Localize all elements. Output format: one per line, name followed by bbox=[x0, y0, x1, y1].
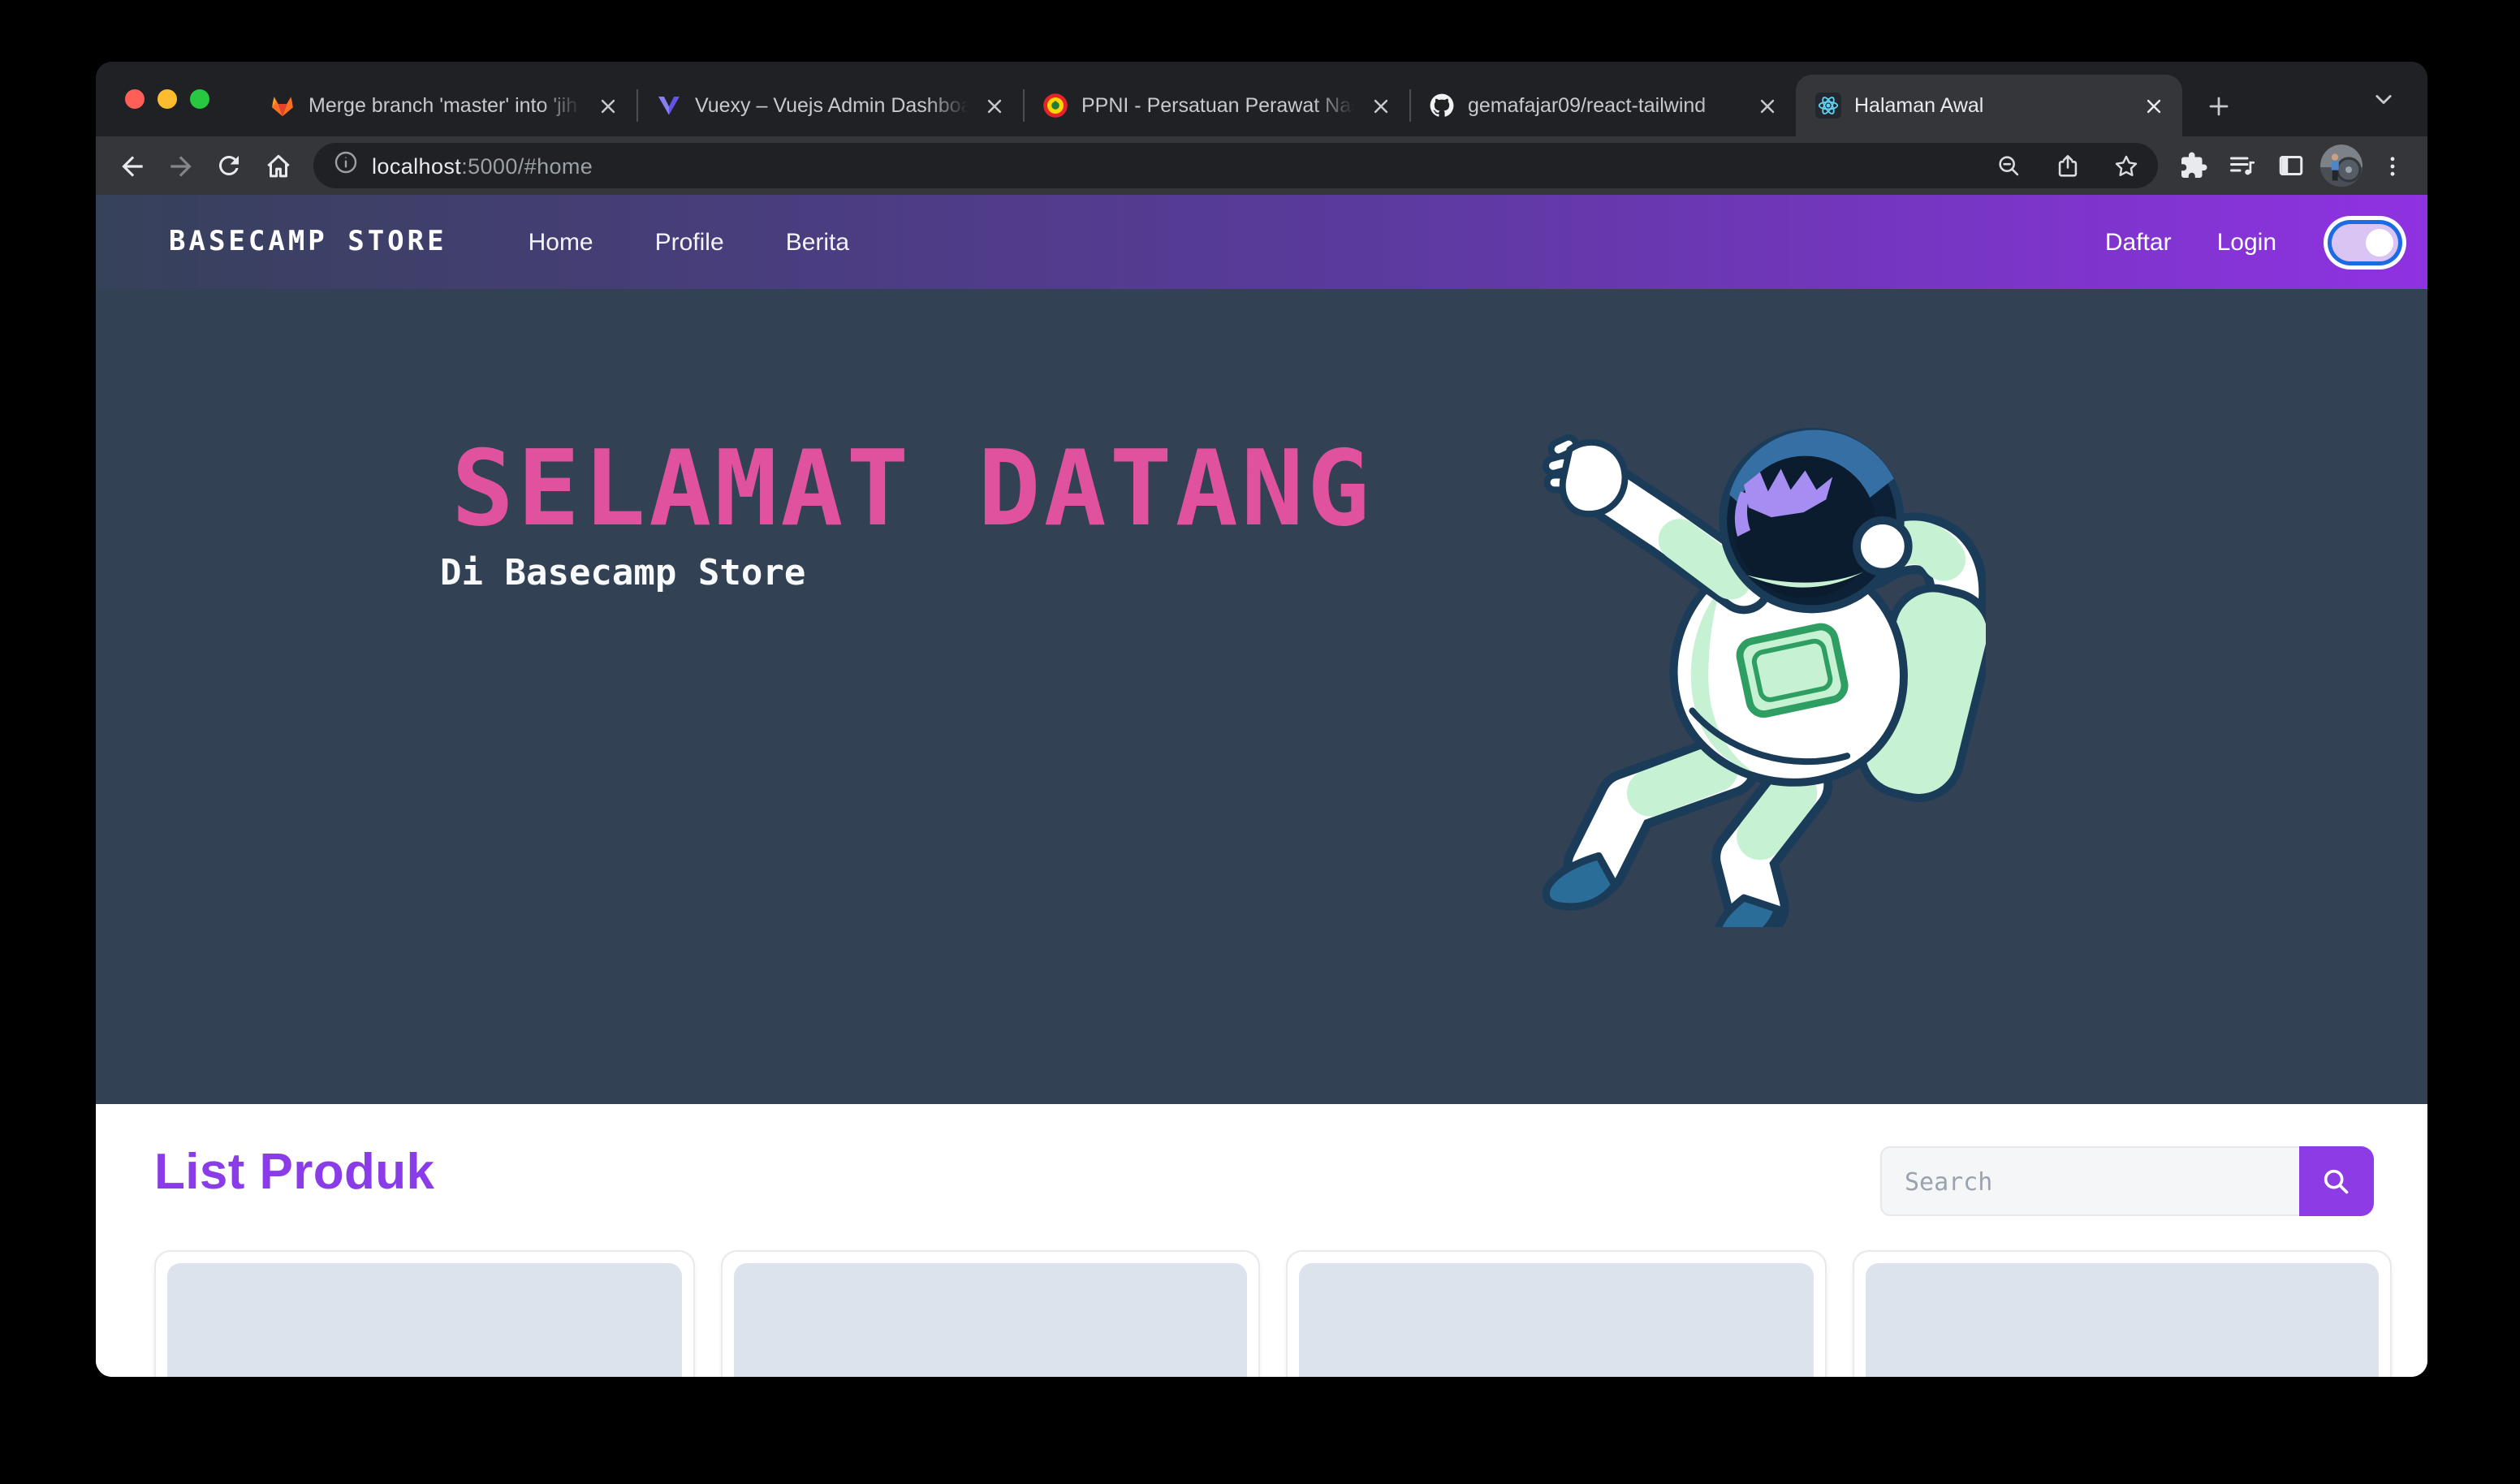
close-tab-icon[interactable] bbox=[1367, 93, 1393, 119]
nav-links: Home Profile Berita bbox=[529, 228, 849, 256]
image-placeholder bbox=[1299, 1263, 1813, 1377]
search-bar bbox=[1880, 1146, 2374, 1216]
macos-window-controls bbox=[125, 62, 209, 136]
tab-title: PPNI - Persatuan Perawat Nasi bbox=[1081, 94, 1354, 117]
tab-halaman-awal-active[interactable]: Halaman Awal bbox=[1796, 75, 2182, 136]
nav-link-login[interactable]: Login bbox=[2217, 228, 2276, 256]
vuexy-icon bbox=[656, 93, 682, 119]
tab-vuexy[interactable]: Vuexy – Vuejs Admin Dashboar bbox=[636, 75, 1023, 136]
kebab-menu-icon[interactable] bbox=[2369, 143, 2414, 188]
search-button[interactable] bbox=[2299, 1146, 2374, 1216]
image-placeholder bbox=[733, 1263, 1247, 1377]
tab-search-chevron-icon[interactable] bbox=[2366, 81, 2401, 117]
web-page: BASECAMP STORE Home Profile Berita Dafta… bbox=[96, 195, 2427, 1377]
tab-title: Vuexy – Vuejs Admin Dashboar bbox=[695, 94, 968, 117]
github-icon bbox=[1429, 93, 1455, 119]
search-input[interactable] bbox=[1880, 1146, 2299, 1216]
product-card[interactable] bbox=[720, 1250, 1260, 1377]
close-tab-icon[interactable] bbox=[981, 93, 1007, 119]
toggle-knob bbox=[2366, 228, 2393, 256]
close-tab-icon[interactable] bbox=[2140, 93, 2166, 119]
browser-window: Merge branch 'master' into 'jih Vuexy – … bbox=[96, 62, 2427, 1377]
zoom-window-button[interactable] bbox=[190, 89, 209, 109]
back-icon[interactable] bbox=[109, 143, 154, 188]
new-tab-button[interactable] bbox=[2195, 83, 2241, 128]
site-info-icon[interactable] bbox=[333, 149, 359, 183]
browser-toolbar: localhost:5000/#home bbox=[96, 136, 2427, 195]
reload-icon[interactable] bbox=[206, 143, 252, 188]
tab-strip: Merge branch 'master' into 'jih Vuexy – … bbox=[96, 62, 2427, 136]
tab-title: gemafajar09/react-tailwind bbox=[1468, 94, 1741, 117]
media-controls-icon[interactable] bbox=[2220, 143, 2265, 188]
url-text: localhost:5000/#home bbox=[372, 153, 1973, 178]
product-card[interactable] bbox=[1852, 1250, 2392, 1377]
close-tab-icon[interactable] bbox=[1754, 93, 1780, 119]
profile-avatar[interactable] bbox=[2320, 145, 2362, 187]
image-placeholder bbox=[1865, 1263, 2379, 1377]
products-section: List Produk bbox=[96, 1104, 2427, 1377]
nav-link-berita[interactable]: Berita bbox=[786, 228, 849, 256]
tabs: Merge branch 'master' into 'jih Vuexy – … bbox=[250, 75, 2182, 136]
zoom-out-icon[interactable] bbox=[1986, 143, 2031, 188]
close-tab-icon[interactable] bbox=[594, 93, 620, 119]
tab-title: Merge branch 'master' into 'jih bbox=[309, 94, 581, 117]
image-placeholder bbox=[167, 1263, 681, 1377]
side-panel-icon[interactable] bbox=[2268, 143, 2314, 188]
hero-title: SELAMAT DATANG bbox=[451, 432, 1373, 551]
product-card-row bbox=[154, 1250, 2392, 1377]
extensions-puzzle-icon[interactable] bbox=[2171, 143, 2216, 188]
hero-section: SELAMAT DATANG Di Basecamp Store bbox=[96, 289, 2427, 1104]
address-bar[interactable]: localhost:5000/#home bbox=[313, 143, 2158, 188]
home-icon[interactable] bbox=[255, 143, 300, 188]
react-icon bbox=[1815, 93, 1841, 119]
product-card[interactable] bbox=[154, 1250, 694, 1377]
forward-icon[interactable] bbox=[158, 143, 203, 188]
products-heading: List Produk bbox=[154, 1143, 434, 1201]
nav-link-profile[interactable]: Profile bbox=[655, 228, 724, 256]
ppni-icon bbox=[1042, 93, 1068, 119]
share-icon[interactable] bbox=[2044, 143, 2090, 188]
bookmark-star-icon[interactable] bbox=[2103, 143, 2148, 188]
nav-link-daftar[interactable]: Daftar bbox=[2105, 228, 2172, 256]
nav-actions: Daftar Login bbox=[2105, 223, 2427, 261]
minimize-window-button[interactable] bbox=[158, 89, 177, 109]
nav-link-home[interactable]: Home bbox=[529, 228, 593, 256]
brand-logo[interactable]: BASECAMP STORE bbox=[169, 226, 447, 258]
theme-toggle-switch[interactable] bbox=[2332, 223, 2398, 261]
close-window-button[interactable] bbox=[125, 89, 145, 109]
tab-title: Halaman Awal bbox=[1854, 94, 2127, 117]
astronaut-illustration bbox=[1502, 378, 1986, 927]
screenshot-stage: Merge branch 'master' into 'jih Vuexy – … bbox=[0, 0, 2520, 1484]
tab-github-react-tailwind[interactable]: gemafajar09/react-tailwind bbox=[1409, 75, 1796, 136]
tab-gitlab-merge[interactable]: Merge branch 'master' into 'jih bbox=[250, 75, 636, 136]
product-card[interactable] bbox=[1286, 1250, 1826, 1377]
hero-subtitle: Di Basecamp Store bbox=[440, 554, 805, 594]
site-navbar: BASECAMP STORE Home Profile Berita Dafta… bbox=[96, 195, 2427, 289]
tab-ppni[interactable]: PPNI - Persatuan Perawat Nasi bbox=[1023, 75, 1409, 136]
gitlab-icon bbox=[270, 93, 296, 119]
